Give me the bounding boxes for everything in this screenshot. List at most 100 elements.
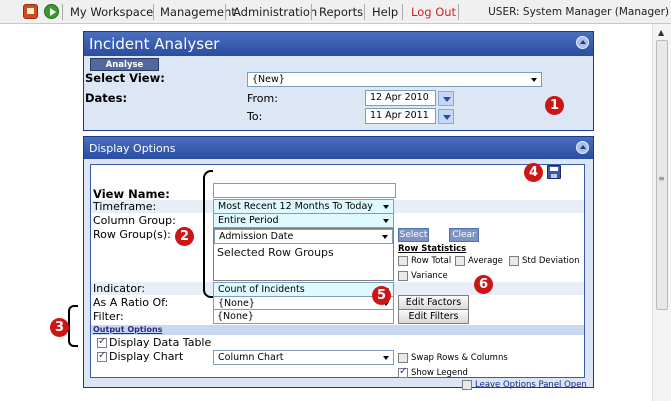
- output-options-label: Output Options: [93, 325, 163, 334]
- to-date-field[interactable]: 11 Apr 2011: [365, 108, 436, 124]
- analyser-title: Incident Analyser: [89, 35, 220, 53]
- nav-separator: [311, 4, 312, 20]
- page-scrollbar[interactable]: ▲ ≡: [652, 24, 671, 401]
- display-options-panel: Display Options View Name: Timeframe: Mo…: [83, 136, 594, 390]
- select-view-label: Select View:: [85, 71, 165, 85]
- analyser-body: Analyse Select View: {New} Dates: From: …: [84, 56, 593, 130]
- dates-label: Dates:: [85, 91, 128, 105]
- leave-options-open-checkbox[interactable]: [462, 380, 472, 390]
- view-name-input[interactable]: [213, 183, 396, 198]
- scroll-up-icon[interactable]: ▲: [658, 28, 664, 37]
- column-group-dropdown[interactable]: Entire Period: [213, 213, 394, 228]
- timeframe-dropdown[interactable]: Most Recent 12 Months To Today: [213, 199, 394, 214]
- ratio-value: {None}: [218, 298, 255, 309]
- row-groups-box: Admission Date Selected Row Groups: [213, 228, 394, 281]
- nav-separator: [458, 4, 459, 20]
- chevron-down-icon: [382, 235, 388, 239]
- chart-type-value: Column Chart: [218, 352, 284, 363]
- display-options-header: Display Options: [84, 137, 593, 159]
- indicator-label: Indicator:: [93, 282, 146, 295]
- average-label: Average: [468, 256, 503, 266]
- show-legend-checkbox[interactable]: [398, 366, 408, 378]
- clear-button[interactable]: Clear: [449, 228, 479, 242]
- show-legend-label: Show Legend: [411, 368, 468, 378]
- filter-field[interactable]: {None}: [213, 309, 394, 324]
- display-data-table-label: Display Data Table: [109, 336, 212, 349]
- display-options-body: View Name: Timeframe: Most Recent 12 Mon…: [84, 159, 593, 390]
- nav-separator: [364, 4, 365, 20]
- variance-label: Variance: [411, 271, 448, 281]
- nav-log-out[interactable]: Log Out: [411, 5, 456, 19]
- annotation-bracket: [203, 170, 213, 298]
- swap-rows-columns-label: Swap Rows & Columns: [411, 353, 508, 363]
- analyse-button[interactable]: Analyse: [90, 58, 159, 71]
- selected-row-groups-list[interactable]: Selected Row Groups: [217, 246, 334, 259]
- row-total-label: Row Total: [411, 256, 452, 266]
- nav-separator: [62, 4, 63, 20]
- row-groups-dropdown[interactable]: Admission Date: [214, 229, 393, 244]
- row-groups-label: Row Group(s):: [93, 228, 171, 241]
- std-deviation-label: Std Deviation: [522, 256, 580, 266]
- home-icon[interactable]: [23, 4, 38, 19]
- callout-badge-3: 3: [50, 318, 69, 337]
- column-group-value: Entire Period: [218, 215, 279, 226]
- chevron-down-icon: [383, 356, 389, 360]
- variance-checkbox[interactable]: [398, 271, 408, 281]
- display-chart-label: Display Chart: [109, 350, 184, 363]
- average-checkbox[interactable]: [455, 256, 465, 266]
- nav-administration[interactable]: Administration: [233, 5, 317, 19]
- row-total-checkbox[interactable]: [398, 256, 408, 266]
- collapse-icon[interactable]: [576, 141, 589, 154]
- to-label: To:: [247, 110, 263, 123]
- nav-my-workspace[interactable]: My Workspace: [70, 5, 153, 19]
- calendar-dropdown-icon[interactable]: [438, 109, 454, 124]
- options-form: View Name: Timeframe: Most Recent 12 Mon…: [90, 164, 585, 378]
- chevron-down-icon: [383, 205, 389, 209]
- timeframe-label: Timeframe:: [93, 200, 157, 213]
- collapse-icon[interactable]: [576, 36, 589, 49]
- row-groups-value: Admission Date: [219, 231, 294, 242]
- annotation-bracket: [68, 305, 78, 347]
- swap-rows-columns-checkbox[interactable]: [398, 353, 408, 363]
- analyser-header: Incident Analyser: [84, 32, 593, 56]
- calendar-dropdown-icon[interactable]: [438, 91, 454, 106]
- edit-filters-button[interactable]: Edit Filters: [398, 309, 469, 324]
- from-label: From:: [247, 92, 278, 105]
- nav-help[interactable]: Help: [372, 5, 398, 19]
- save-icon[interactable]: [547, 165, 561, 179]
- indicator-dropdown[interactable]: Count of Incidents: [213, 282, 394, 297]
- callout-badge-5: 5: [372, 286, 391, 305]
- incident-analyser-panel: Incident Analyser Analyse Select View: {…: [83, 31, 594, 131]
- indicator-value: Count of Incidents: [218, 284, 305, 295]
- std-deviation-checkbox[interactable]: [509, 256, 519, 266]
- user-label: USER: System Manager (Manager): [488, 6, 669, 18]
- callout-badge-4: 4: [524, 163, 543, 182]
- display-chart-checkbox[interactable]: [97, 350, 107, 362]
- nav-separator: [402, 4, 403, 20]
- timeframe-value: Most Recent 12 Months To Today: [218, 201, 373, 212]
- output-options-bar: [91, 325, 584, 335]
- select-view-dropdown[interactable]: {New}: [247, 72, 542, 87]
- display-options-title: Display Options: [89, 142, 176, 155]
- scroll-grip-icon: ≡: [658, 174, 665, 183]
- chevron-down-icon: [531, 78, 537, 82]
- row-statistics-label: Row Statistics: [398, 244, 467, 254]
- view-name-label: View Name:: [93, 187, 170, 201]
- chart-type-dropdown[interactable]: Column Chart: [213, 350, 394, 365]
- callout-badge-1: 1: [545, 96, 564, 115]
- select-button[interactable]: Select: [398, 228, 429, 242]
- chevron-down-icon: [383, 219, 389, 223]
- ratio-label: As A Ratio Of:: [93, 296, 169, 309]
- select-view-value: {New}: [252, 74, 285, 85]
- nav-separator: [225, 4, 226, 20]
- leave-options-open-label: Leave Options Panel Open: [475, 380, 587, 390]
- go-icon[interactable]: [44, 4, 59, 19]
- column-group-label: Column Group:: [93, 214, 176, 227]
- callout-badge-6: 6: [474, 275, 493, 294]
- nav-reports[interactable]: Reports: [319, 5, 363, 19]
- nav-separator: [153, 4, 154, 20]
- display-data-table-checkbox[interactable]: [97, 336, 107, 348]
- callout-badge-2: 2: [175, 227, 194, 246]
- from-date-field[interactable]: 12 Apr 2010: [365, 90, 436, 106]
- edit-factors-button[interactable]: Edit Factors: [398, 295, 469, 310]
